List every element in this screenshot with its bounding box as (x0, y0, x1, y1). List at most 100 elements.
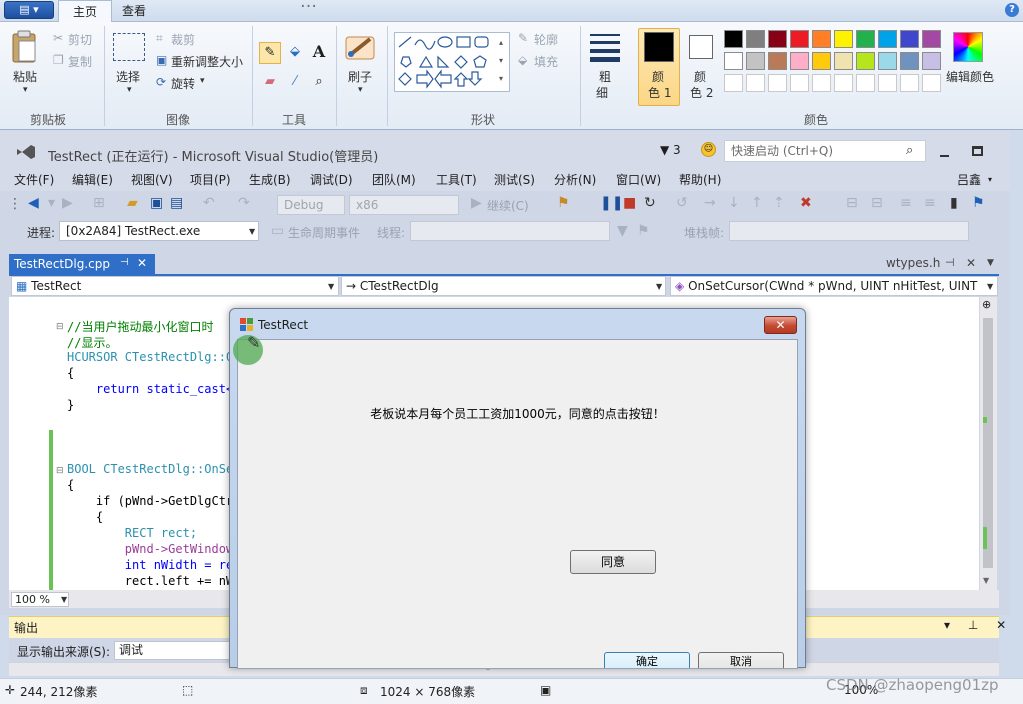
breakpoints-icon[interactable]: ✖ (800, 195, 812, 211)
stack-frame-combo[interactable] (729, 221, 969, 241)
crop-button[interactable]: 裁剪 (171, 31, 195, 48)
restart-icon[interactable]: ↻ (644, 195, 656, 211)
output-panel-controls[interactable]: ▾ ⊥ ✕ (944, 618, 1013, 632)
user-name[interactable]: 吕鑫 (957, 171, 981, 188)
step-out-up-icon[interactable]: ⇡ (773, 195, 785, 211)
fill-tool-icon[interactable]: ⬙ (284, 42, 306, 64)
palette-custom-slot[interactable] (834, 74, 853, 92)
menu-item[interactable]: 帮助(H) (679, 171, 721, 188)
stop-debugging-icon[interactable]: ■ (623, 195, 636, 211)
ribbon-tab-view[interactable]: 查看 (108, 0, 160, 22)
brush-icon[interactable] (344, 31, 376, 63)
close-tab-icon[interactable]: ✕ (137, 256, 147, 270)
brushes-button[interactable]: 刷子 (348, 68, 372, 85)
menu-item[interactable]: 文件(F) (14, 171, 54, 188)
tab-testrectdlg-cpp[interactable]: TestRectDlg.cpp (9, 254, 155, 274)
process-chevron-icon[interactable]: ▼ (249, 227, 255, 236)
bookmark-icon[interactable]: ▮ (950, 195, 958, 211)
color-picker-icon[interactable]: ⁄ (284, 72, 306, 94)
select-chevron-icon[interactable]: ▾ (127, 85, 132, 95)
step-over-icon[interactable]: → (704, 195, 716, 211)
pin-icon[interactable]: ⊣ (120, 257, 129, 268)
palette-color-swatch[interactable] (768, 30, 787, 48)
attach-icon[interactable]: ⚑ (557, 195, 570, 211)
collapse-icon[interactable]: ⊟ (56, 322, 64, 332)
palette-color-swatch[interactable] (878, 30, 897, 48)
back-dropdown-icon[interactable]: ▾ (48, 195, 55, 211)
magnifier-icon[interactable]: ⌕ (308, 72, 330, 94)
ok-button[interactable]: 确定 (604, 652, 690, 668)
palette-color-swatch[interactable] (922, 52, 941, 70)
feedback-smile-icon[interactable]: ☺ (701, 142, 716, 157)
resize-button[interactable]: 重新调整大小 (171, 53, 243, 70)
split-editor-icon[interactable]: ⊕ (982, 298, 991, 311)
pin-right-icon[interactable]: ⊣ (945, 256, 955, 269)
edit-colors-icon[interactable] (953, 32, 983, 62)
paste-button[interactable]: 粘贴 (13, 68, 37, 85)
copy-button[interactable]: 复制 (68, 53, 92, 70)
edit-colors-button[interactable]: 编辑颜色 (946, 68, 994, 85)
rotate-button[interactable]: 旋转 (171, 75, 195, 92)
close-right-tab-icon[interactable]: ✕ (966, 256, 976, 270)
shapes-gallery[interactable] (394, 32, 510, 92)
palette-color-swatch[interactable] (856, 52, 875, 70)
cancel-button[interactable]: 取消 (698, 652, 784, 668)
menu-item[interactable]: 视图(V) (131, 171, 173, 188)
palette-color-swatch[interactable] (878, 52, 897, 70)
collapse-icon-2[interactable]: ⊟ (56, 466, 64, 476)
palette-color-swatch[interactable] (922, 30, 941, 48)
palette-custom-slot[interactable] (922, 74, 941, 92)
palette-custom-slot[interactable] (746, 74, 765, 92)
maximize-icon[interactable] (972, 146, 983, 156)
zoom-chevron-icon[interactable]: ▼ (61, 595, 67, 604)
tab-list-chevron-icon[interactable]: ▼ (987, 258, 994, 268)
menu-item[interactable]: 工具(T) (436, 171, 477, 188)
output-source-combo[interactable]: 调试 (114, 641, 234, 660)
palette-custom-slot[interactable] (856, 74, 875, 92)
project-nav-chevron-icon[interactable]: ▼ (328, 282, 334, 291)
toolbar-btn-icon[interactable]: ⊟ (846, 195, 858, 211)
lifecycle-events-button[interactable]: 生命周期事件 (288, 224, 360, 241)
comment-icon[interactable]: ≡ (900, 195, 912, 211)
paste-chevron-icon[interactable]: ▾ (23, 85, 28, 95)
palette-custom-slot[interactable] (790, 74, 809, 92)
member-nav-chevron-icon[interactable]: ▼ (987, 282, 994, 291)
palette-color-swatch[interactable] (724, 52, 743, 70)
class-nav-chevron-icon[interactable]: ▼ (656, 282, 662, 291)
menu-item[interactable]: 编辑(E) (72, 171, 113, 188)
step-out-icon[interactable]: ↑ (751, 195, 763, 211)
quick-launch-input[interactable]: 快速启动 (Ctrl+Q) (724, 140, 926, 162)
select-button[interactable]: 选择 (116, 68, 140, 85)
shapes-scroll-icon[interactable]: ▴ ▾ ▾ (499, 34, 509, 90)
open-file-icon[interactable]: ▰ (127, 195, 138, 211)
cut-button[interactable]: 剪切 (68, 31, 92, 48)
thread-combo[interactable] (410, 221, 610, 241)
palette-color-swatch[interactable] (812, 52, 831, 70)
platform-combo[interactable]: x86 (349, 195, 459, 215)
break-all-icon[interactable]: ❚❚ (600, 195, 623, 211)
member-nav-combo[interactable]: ◈ OnSetCursor(CWnd * pWnd, UINT nHitTest… (670, 276, 998, 296)
scroll-down-icon[interactable]: ▼ (983, 576, 989, 585)
menu-item[interactable]: 分析(N) (554, 171, 596, 188)
new-project-icon[interactable]: ⊞ (93, 195, 105, 211)
palette-color-swatch[interactable] (790, 52, 809, 70)
save-all-icon[interactable]: ▤ (170, 195, 183, 211)
class-nav-combo[interactable]: → CTestRectDlg (341, 276, 666, 296)
pencil-tool-icon[interactable]: ✎ (259, 42, 281, 64)
palette-color-swatch[interactable] (900, 52, 919, 70)
menu-item[interactable]: 项目(P) (190, 171, 231, 188)
user-chevron-icon[interactable]: ▾ (988, 175, 992, 184)
flag-thread-icon[interactable]: ⚑ (637, 223, 650, 239)
config-combo[interactable]: Debug (277, 195, 345, 215)
tab-wtypes-h[interactable]: wtypes.h (886, 256, 940, 270)
palette-color-swatch[interactable] (856, 30, 875, 48)
outline-button[interactable]: 轮廓 (534, 31, 558, 48)
menu-item[interactable]: 测试(S) (494, 171, 535, 188)
palette-color-swatch[interactable] (834, 30, 853, 48)
undo-icon[interactable]: ↶ (203, 195, 215, 211)
palette-color-swatch[interactable] (812, 30, 831, 48)
navigate-back-icon[interactable]: ◀ (28, 195, 39, 211)
size-label-2[interactable]: 细 (596, 84, 608, 101)
dialog-close-button[interactable]: ✕ (764, 316, 797, 334)
uncomment-icon[interactable]: ≡ (924, 195, 936, 211)
